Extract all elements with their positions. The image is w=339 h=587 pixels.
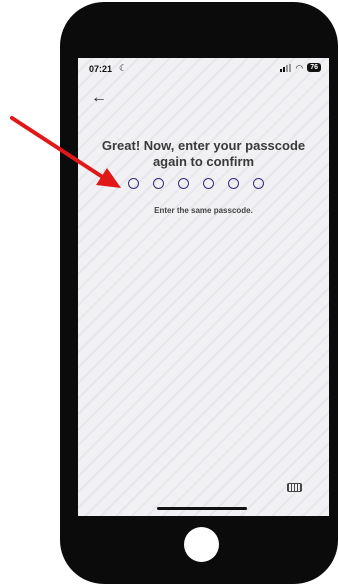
home-button[interactable]: [184, 527, 219, 562]
page-title: Great! Now, enter your passcode again to…: [101, 138, 306, 169]
passcode-digit-5[interactable]: [228, 178, 239, 189]
wifi-icon: ◠: [295, 62, 304, 73]
status-time: 07:21: [89, 64, 113, 74]
passcode-digit-6[interactable]: [253, 178, 264, 189]
passcode-input[interactable]: [128, 178, 264, 189]
status-icons: ◠ 76: [280, 63, 321, 72]
home-indicator: [157, 507, 247, 510]
back-arrow-icon[interactable]: ←: [91, 90, 107, 106]
status-bar: 07:21 ☾ ◠ 76: [78, 58, 329, 80]
passcode-hint: Enter the same passcode.: [154, 206, 253, 215]
passcode-digit-2[interactable]: [153, 178, 164, 189]
signal-icon: [280, 63, 292, 72]
passcode-digit-3[interactable]: [178, 178, 189, 189]
app-screen: 07:21 ☾ ◠ 76 ← Great! Now, enter your pa…: [78, 58, 329, 516]
passcode-digit-1[interactable]: [128, 178, 139, 189]
moon-icon: ☾: [119, 63, 128, 73]
battery-icon: 76: [307, 63, 321, 72]
passcode-digit-4[interactable]: [203, 178, 214, 189]
keyboard-icon[interactable]: [287, 483, 302, 492]
